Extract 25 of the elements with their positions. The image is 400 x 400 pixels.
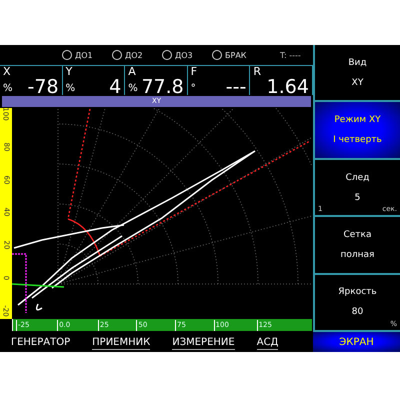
reading-name: R [253,66,262,78]
reading-name: F [190,66,198,78]
reading-value: --- [224,78,246,96]
reading-name: Y [66,66,74,78]
reading-name: A [128,66,137,78]
reading-value: 77.8 [140,78,184,96]
menu-tab[interactable]: ГЕНЕРАТОР [11,334,70,350]
reading-unit: ° [190,82,196,96]
reading-unit: % [66,82,76,96]
reading-value: 1.64 [266,78,309,96]
timer-text: T: ---- [280,50,301,60]
menu-tab[interactable]: АСД [256,334,278,350]
indicator-label: ДО3 [175,50,193,60]
reading-value: 4 [108,78,122,96]
indicator-label: ДО2 [125,50,143,60]
menu-tab[interactable]: ПРИЕМНИК [92,334,150,350]
menu-tab[interactable]: ИЗМЕРЕНИЕ [172,334,235,350]
indicator-label: ДО1 [75,50,93,60]
indicator-label: БРАК [225,50,246,60]
menu-tab[interactable]: ЭКРАН [313,332,400,352]
reading-value: -78 [26,78,59,96]
menu-item[interactable]: Режим XY I четверть [315,102,400,160]
reading-unit: % [128,82,138,96]
reading-name: X [3,66,12,78]
reading-unit: % [3,82,13,96]
